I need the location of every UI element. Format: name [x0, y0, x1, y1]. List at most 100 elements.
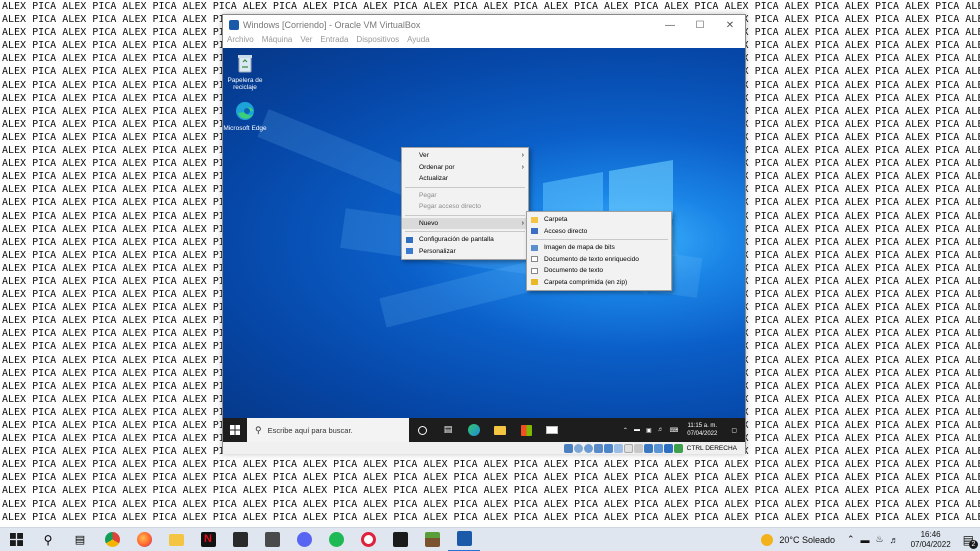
notification-center-icon[interactable]: ▤ 2 [963, 533, 978, 549]
cpu-icon[interactable] [653, 443, 663, 453]
network-icon[interactable]: ▬ [861, 535, 870, 545]
volume-icon[interactable]: ♬ [890, 535, 899, 545]
virtualization-icon[interactable] [643, 443, 653, 453]
menu-item-nuevo[interactable]: Nuevo › [402, 217, 528, 229]
taskbar-virtualbox[interactable] [448, 528, 480, 551]
taskbar-valorant[interactable] [384, 528, 416, 551]
optical-drive-icon[interactable] [573, 443, 583, 453]
taskbar-discord[interactable] [288, 528, 320, 551]
chevron-right-icon: › [521, 163, 524, 171]
taskbar-file-explorer[interactable] [160, 528, 192, 551]
menu-item-configuraci-n-de-pantalla[interactable]: Configuración de pantalla [402, 234, 528, 246]
guest-date: 07/04/2022 [687, 431, 718, 437]
host-clock[interactable]: 16:46 07/04/2022 [905, 530, 957, 550]
display-icon[interactable] [623, 443, 633, 453]
recycle-bin-icon [234, 52, 256, 74]
menu-item-carpeta-comprimida-en-zip[interactable]: Carpeta comprimida (en zip) [527, 277, 671, 289]
guest-start-button[interactable] [223, 418, 247, 442]
desktop-icon-recycle-bin[interactable]: Papelera de reciclaje [223, 52, 267, 91]
weather-text: 20°C Soleado [779, 534, 835, 545]
epic-games-icon [232, 532, 248, 547]
taskbar-epic-games[interactable] [224, 528, 256, 551]
monitor-icon[interactable]: ▣ [643, 427, 655, 434]
taskbar-store[interactable] [513, 418, 539, 442]
minimize-button[interactable]: — [655, 15, 685, 35]
mouse-integration-icon[interactable] [663, 443, 673, 453]
menu-item-acceso-directo[interactable]: Acceso directo [527, 226, 671, 238]
windows-start-icon [9, 533, 23, 546]
task-view-button[interactable]: ▤ [435, 418, 461, 442]
keyboard-layout-icon[interactable]: ⌨ [667, 427, 682, 434]
menu-item-imagen-de-mapa-de-bits[interactable]: Imagen de mapa de bits [527, 242, 671, 254]
host-start-button[interactable] [0, 528, 32, 551]
desktop-icon-edge[interactable]: Microsoft Edge [223, 100, 267, 132]
host-search-button[interactable]: ⚲ [32, 528, 64, 551]
chevron-up-icon[interactable]: ⌃ [620, 427, 631, 434]
close-button[interactable]: ✕ [715, 15, 745, 35]
menu-item-label: Nuevo [419, 219, 439, 227]
menu-item-label: Pegar acceso directo [419, 203, 481, 210]
maximize-button[interactable]: ☐ [685, 15, 715, 35]
edge-label: Microsoft Edge [223, 125, 267, 132]
usb-icon[interactable] [603, 443, 613, 453]
taskbar-minecraft[interactable] [416, 528, 448, 551]
taskbar-explorer[interactable] [487, 418, 513, 442]
chevron-right-icon: › [521, 152, 524, 159]
menu-entrada[interactable]: Entrada [320, 35, 348, 48]
desktop-context-menu: Ver › Ordenar por › Actualizar Pegar Pegar acc… [401, 147, 529, 260]
taskbar-netflix[interactable]: N [192, 528, 224, 551]
taskbar-chrome[interactable] [96, 528, 128, 551]
host-key-icon[interactable] [673, 443, 683, 453]
menu-item-label: Pegar [419, 191, 437, 199]
menu-item-ver[interactable]: Ver › [402, 150, 528, 162]
taskbar-xbox[interactable] [256, 528, 288, 551]
guest-desktop[interactable]: Papelera de reciclaje Microsoft Edge Ver… [223, 48, 745, 418]
menu-ayuda[interactable]: Ayuda [407, 35, 430, 48]
host-taskbar: ⚲ ▤ N 20°C Soleado ⌃ ▬ ♨ ♬ 16:46 07/04/2… [0, 527, 980, 551]
menu-item-actualizar[interactable]: Actualizar [402, 173, 528, 185]
menu-dispositivos[interactable]: Dispositivos [356, 35, 399, 48]
xbox-icon [264, 532, 280, 547]
audio-icon[interactable] [583, 443, 593, 453]
menu-item-documento-de-texto-enriquecido[interactable]: Documento de texto enriquecido [527, 254, 671, 266]
menu-maquina[interactable]: Máquina [262, 35, 293, 48]
taskbar-firefox[interactable] [128, 528, 160, 551]
menu-item-label: Acceso directo [544, 227, 588, 235]
minecraft-icon [424, 532, 440, 547]
vbox-menubar: Archivo Máquina Ver Entrada Dispositivos… [223, 35, 745, 48]
task-view-icon: ▤ [443, 425, 453, 435]
storage-icon[interactable] [563, 443, 573, 453]
volume-icon[interactable]: ♬ [655, 427, 667, 433]
host-time: 16:46 [920, 529, 941, 539]
menu-item-personalizar[interactable]: Personalizar [402, 246, 528, 258]
network-icon[interactable]: ▬ [631, 427, 643, 433]
chevron-up-icon[interactable]: ⌃ [847, 534, 855, 545]
vbox-titlebar[interactable]: Windows [Corriendo] - Oracle VM VirtualB… [223, 15, 745, 35]
discord-icon [296, 532, 312, 547]
cortana-icon [417, 425, 427, 435]
taskbar-mail[interactable] [539, 418, 565, 442]
menu-ver[interactable]: Ver [300, 35, 312, 48]
guest-clock[interactable]: 11:15 a. m. 07/04/2022 [681, 422, 723, 438]
search-icon: ⚲ [43, 532, 53, 547]
wifi-icon[interactable]: ♨ [876, 534, 884, 545]
shared-folders-icon[interactable] [613, 443, 623, 453]
menu-archivo[interactable]: Archivo [227, 35, 254, 48]
taskbar-opera-gx[interactable] [352, 528, 384, 551]
network-adapter-icon[interactable] [593, 443, 603, 453]
video-capture-icon[interactable] [633, 443, 643, 453]
menu-item-label: Carpeta comprimida (en zip) [544, 278, 628, 286]
folder-icon [531, 216, 538, 223]
weather-widget[interactable]: 20°C Soleado [761, 533, 847, 546]
notification-icon[interactable]: ▢ [723, 427, 745, 434]
taskbar-edge[interactable] [461, 418, 487, 442]
menu-item-ordenar-por[interactable]: Ordenar por › [402, 162, 528, 174]
menu-item-label: Carpeta [544, 216, 568, 223]
menu-item-documento-de-texto[interactable]: Documento de texto [527, 265, 671, 277]
host-task-view-button[interactable]: ▤ [64, 528, 96, 551]
guest-system-tray: ⌃ ▬ ▣ ♬ ⌨ 11:15 a. m. 07/04/2022 ▢ [620, 422, 745, 438]
menu-item-carpeta[interactable]: Carpeta [527, 214, 671, 226]
taskbar-spotify[interactable] [320, 528, 352, 551]
cortana-button[interactable] [409, 418, 435, 442]
guest-search-box[interactable]: ⚲ Escribe aquí para buscar. [247, 418, 409, 442]
